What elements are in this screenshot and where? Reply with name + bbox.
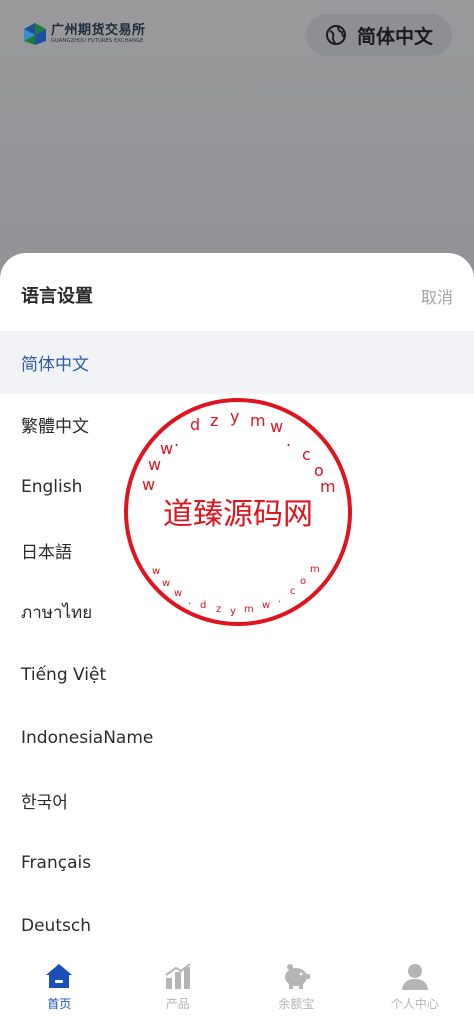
tab-profile[interactable]: 个人中心	[356, 951, 474, 1024]
bottom-tab-bar: 首页 产品 余额宝 个人中心	[0, 951, 474, 1024]
logo-english-name: GUANGZHOU FUTURES EXCHANGE	[51, 38, 144, 44]
tab-home[interactable]: 首页	[0, 951, 119, 1024]
language-settings-sheet: 语言设置 取消 简体中文 繁體中文 English 日本語 ภาษาไทย Ti…	[0, 253, 474, 951]
piggy-bank-icon	[285, 964, 311, 989]
language-option[interactable]: 日本語	[0, 519, 474, 582]
current-language-label: 简体中文	[356, 25, 433, 48]
logo-chinese-name: 广州期货交易所	[51, 23, 146, 38]
top-bar: 广州期货交易所 GUANGZHOU FUTURES EXCHANGE 简体中文	[0, 0, 474, 70]
language-option[interactable]: IndonesiaName	[0, 707, 474, 770]
language-option[interactable]: Français	[0, 832, 474, 895]
tab-products[interactable]: 产品	[119, 951, 238, 1024]
home-icon	[46, 964, 73, 988]
exchange-logo-icon	[24, 23, 46, 45]
language-option[interactable]: 한국어	[0, 769, 474, 832]
user-icon	[401, 964, 428, 990]
language-option[interactable]: ภาษาไทย	[0, 581, 474, 644]
bar-chart-icon	[165, 963, 191, 989]
tab-label: 首页	[47, 997, 72, 1011]
tab-balance[interactable]: 余额宝	[237, 951, 356, 1024]
cancel-button[interactable]: 取消	[421, 284, 453, 308]
sheet-header: 语言设置 取消	[0, 253, 474, 331]
globe-icon	[325, 25, 346, 45]
language-switch-button[interactable]: 简体中文	[306, 14, 452, 56]
language-option[interactable]: 简体中文	[0, 331, 474, 394]
exchange-logo: 广州期货交易所 GUANGZHOU FUTURES EXCHANGE	[22, 18, 146, 50]
language-option[interactable]: English	[0, 456, 474, 519]
language-option[interactable]: Deutsch	[0, 894, 474, 951]
language-option[interactable]: 繁體中文	[0, 394, 474, 457]
sheet-title: 语言设置	[21, 286, 93, 307]
tab-label: 余额宝	[278, 997, 315, 1011]
language-list: 简体中文 繁體中文 English 日本語 ภาษาไทย Tiếng Việt…	[0, 331, 474, 951]
language-option[interactable]: Tiếng Việt	[0, 644, 474, 707]
tab-label: 产品	[165, 997, 190, 1011]
tab-label: 个人中心	[390, 997, 439, 1011]
